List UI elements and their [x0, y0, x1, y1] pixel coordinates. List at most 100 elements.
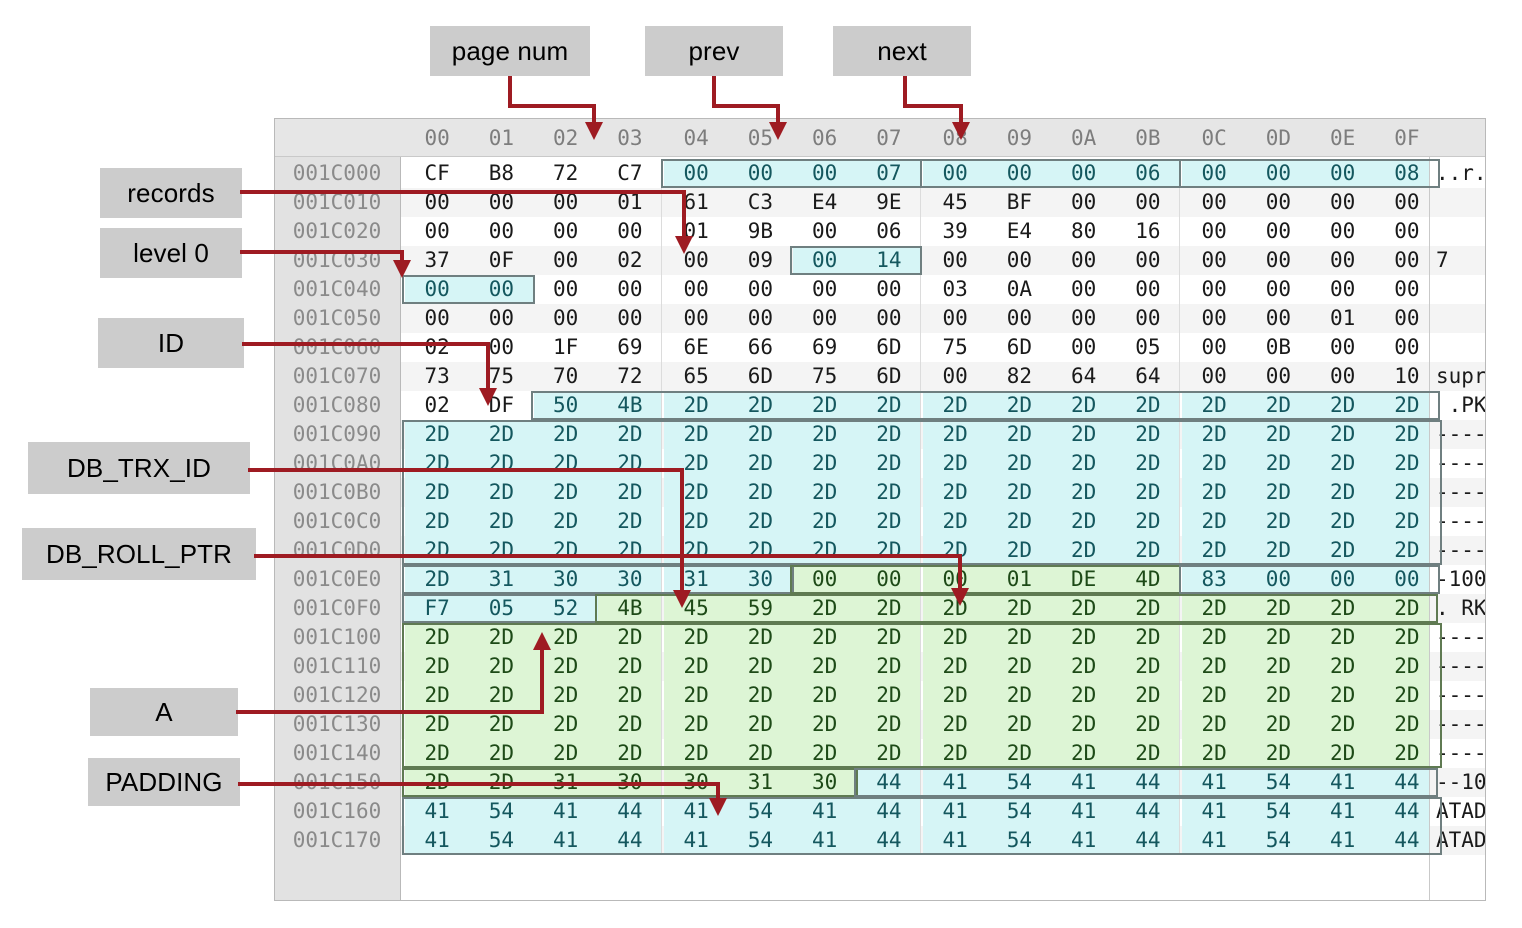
hex-byte-cell[interactable]: 73 — [405, 362, 469, 391]
hex-byte-cell[interactable]: 00 — [1311, 188, 1375, 217]
hex-byte-cell[interactable]: 2D — [1310, 681, 1375, 710]
hex-byte-cell[interactable]: 2D — [1182, 478, 1247, 507]
hex-byte-cell[interactable]: 65 — [664, 362, 728, 391]
hex-byte-cell[interactable]: 00 — [793, 217, 857, 246]
hex-byte-cell[interactable]: 2D — [792, 478, 857, 507]
hex-byte-cell[interactable]: 2D — [1051, 623, 1116, 652]
hex-byte-cell[interactable]: 54 — [469, 797, 534, 826]
hex-byte-cell[interactable]: 2D — [987, 478, 1052, 507]
hex-byte-cell[interactable]: 00 — [793, 304, 857, 333]
hex-byte-cell[interactable]: 45 — [923, 188, 987, 217]
hex-byte-cell[interactable]: 2D — [1374, 420, 1429, 449]
hex-byte-cell[interactable]: 2D — [1310, 391, 1375, 420]
hex-byte-cell[interactable]: 2D — [664, 710, 729, 739]
hex-byte-cell[interactable]: 2D — [405, 565, 470, 594]
hex-byte-cell[interactable]: 00 — [1246, 362, 1310, 391]
hex-byte-cell[interactable]: 2D — [1374, 478, 1429, 507]
hex-byte-cell[interactable]: 2D — [728, 710, 793, 739]
hex-byte-cell[interactable]: 2D — [1310, 449, 1375, 478]
hex-byte-cell[interactable]: 2D — [1115, 652, 1180, 681]
hex-byte-cell[interactable]: 00 — [598, 217, 662, 246]
hex-byte-cell[interactable]: 2D — [664, 739, 729, 768]
hex-byte-cell[interactable]: 54 — [728, 797, 793, 826]
hex-byte-cell[interactable]: 41 — [533, 826, 598, 855]
hex-byte-cell[interactable]: 2D — [1051, 391, 1116, 420]
hex-byte-cell[interactable]: 2D — [1246, 391, 1311, 420]
hex-byte-cell[interactable]: DE — [1051, 565, 1116, 594]
hex-byte-cell[interactable]: 54 — [469, 826, 534, 855]
hex-byte-cell[interactable]: 2D — [597, 478, 662, 507]
hex-byte-cell[interactable]: 2D — [1182, 623, 1247, 652]
hex-byte-cell[interactable]: 00 — [1052, 246, 1116, 275]
hex-byte-cell[interactable]: 05 — [469, 594, 534, 623]
hex-byte-cell[interactable]: 4B — [597, 594, 662, 623]
hex-byte-cell[interactable]: 2D — [1182, 420, 1247, 449]
hex-byte-cell[interactable]: 00 — [923, 246, 987, 275]
hex-byte-cell[interactable]: 2D — [1051, 594, 1116, 623]
hex-byte-cell[interactable]: 54 — [1246, 768, 1311, 797]
hex-byte-cell[interactable]: 00 — [923, 304, 987, 333]
hex-byte-cell[interactable]: 2D — [792, 652, 857, 681]
hex-byte-cell[interactable]: 00 — [1246, 565, 1311, 594]
table-row[interactable]: 2D 2D 2D 2D 2D 2D 2D 2D 2D 2D 2D 2D 2D 2D 2D 2D — [401, 507, 1429, 536]
hex-byte-cell[interactable]: 6D — [728, 362, 792, 391]
hex-byte-cell[interactable]: 2D — [987, 449, 1052, 478]
hex-byte-cell[interactable]: 00 — [1116, 275, 1180, 304]
hex-byte-cell[interactable]: 00 — [1052, 333, 1116, 362]
hex-byte-cell[interactable]: 2D — [1182, 710, 1247, 739]
hex-byte-cell[interactable]: 2D — [1115, 710, 1180, 739]
hex-byte-cell[interactable]: 41 — [1310, 797, 1375, 826]
hex-byte-cell[interactable]: 2D — [856, 739, 921, 768]
hex-byte-cell[interactable]: 2D — [1115, 623, 1180, 652]
hex-byte-cell[interactable]: 00 — [1375, 217, 1429, 246]
hex-byte-cell[interactable]: 2D — [664, 391, 729, 420]
hex-byte-cell[interactable]: 54 — [987, 768, 1052, 797]
hex-byte-cell[interactable]: 70 — [534, 362, 598, 391]
hex-byte-cell[interactable]: 00 — [469, 275, 534, 304]
hex-byte-cell[interactable]: 31 — [469, 565, 534, 594]
hex-byte-cell[interactable]: 2D — [1182, 536, 1247, 565]
hex-byte-cell[interactable]: 00 — [598, 304, 662, 333]
table-row[interactable]: 02 DF 50 4B 2D 2D 2D 2D 2D 2D 2D 2D 2D 2D 2D 2D — [401, 391, 1429, 420]
hex-byte-cell[interactable]: 2D — [1115, 681, 1180, 710]
hex-byte-cell[interactable]: 41 — [1051, 826, 1116, 855]
hex-byte-cell[interactable]: 69 — [598, 333, 662, 362]
hex-byte-cell[interactable]: 2D — [1246, 449, 1311, 478]
hex-byte-cell[interactable]: 2D — [792, 449, 857, 478]
hex-byte-cell[interactable]: 2D — [987, 710, 1052, 739]
ascii-row[interactable]: supremum .dd — [1430, 362, 1485, 391]
hex-byte-cell[interactable]: 52 — [533, 594, 598, 623]
hex-byte-cell[interactable]: 2D — [1115, 739, 1180, 768]
hex-byte-cell[interactable]: 44 — [856, 768, 921, 797]
hex-byte-cell[interactable]: 2D — [1374, 652, 1429, 681]
hex-byte-cell[interactable]: 2D — [923, 391, 988, 420]
hex-byte-cell[interactable]: 2D — [1246, 507, 1311, 536]
hex-byte-cell[interactable]: 83 — [1182, 565, 1247, 594]
hex-byte-cell[interactable]: 2D — [1374, 536, 1429, 565]
hex-byte-cell[interactable]: 10 — [1375, 362, 1429, 391]
hex-byte-cell[interactable]: 2D — [728, 739, 793, 768]
hex-byte-cell[interactable]: 2D — [987, 507, 1052, 536]
hex-byte-cell[interactable]: 2D — [469, 623, 534, 652]
hex-byte-cell[interactable]: 2D — [856, 391, 921, 420]
hex-byte-cell[interactable]: 2D — [1115, 391, 1180, 420]
hex-byte-cell[interactable]: 00 — [1310, 159, 1375, 188]
hex-byte-cell[interactable]: 0A — [987, 275, 1051, 304]
hex-byte-cell[interactable]: 2D — [664, 420, 729, 449]
hex-byte-cell[interactable]: 00 — [1246, 275, 1310, 304]
hex-byte-cell[interactable]: 41 — [533, 797, 598, 826]
hex-byte-cell[interactable]: 00 — [1182, 333, 1246, 362]
table-row[interactable]: 73 75 70 72 65 6D 75 6D 00 82 64 64 00 00 00 10 — [401, 362, 1429, 391]
hex-byte-cell[interactable]: 2D — [1182, 739, 1247, 768]
hex-byte-cell[interactable]: 2D — [405, 681, 470, 710]
hex-byte-cell[interactable]: 2D — [405, 478, 470, 507]
hex-byte-cell[interactable]: 2D — [664, 623, 729, 652]
hex-byte-cell[interactable]: 00 — [856, 565, 921, 594]
hex-byte-cell[interactable]: 2D — [1115, 594, 1180, 623]
hex-byte-cell[interactable]: 00 — [1246, 304, 1310, 333]
hex-byte-cell[interactable]: 2D — [856, 420, 921, 449]
hex-byte-cell[interactable]: F7 — [405, 594, 470, 623]
table-row[interactable]: F7 05 52 4B 45 59 2D 2D 2D 2D 2D 2D 2D 2D 2D 2D — [401, 594, 1429, 623]
hex-byte-cell[interactable]: 2D — [923, 507, 988, 536]
hex-byte-cell[interactable]: 2D — [792, 710, 857, 739]
